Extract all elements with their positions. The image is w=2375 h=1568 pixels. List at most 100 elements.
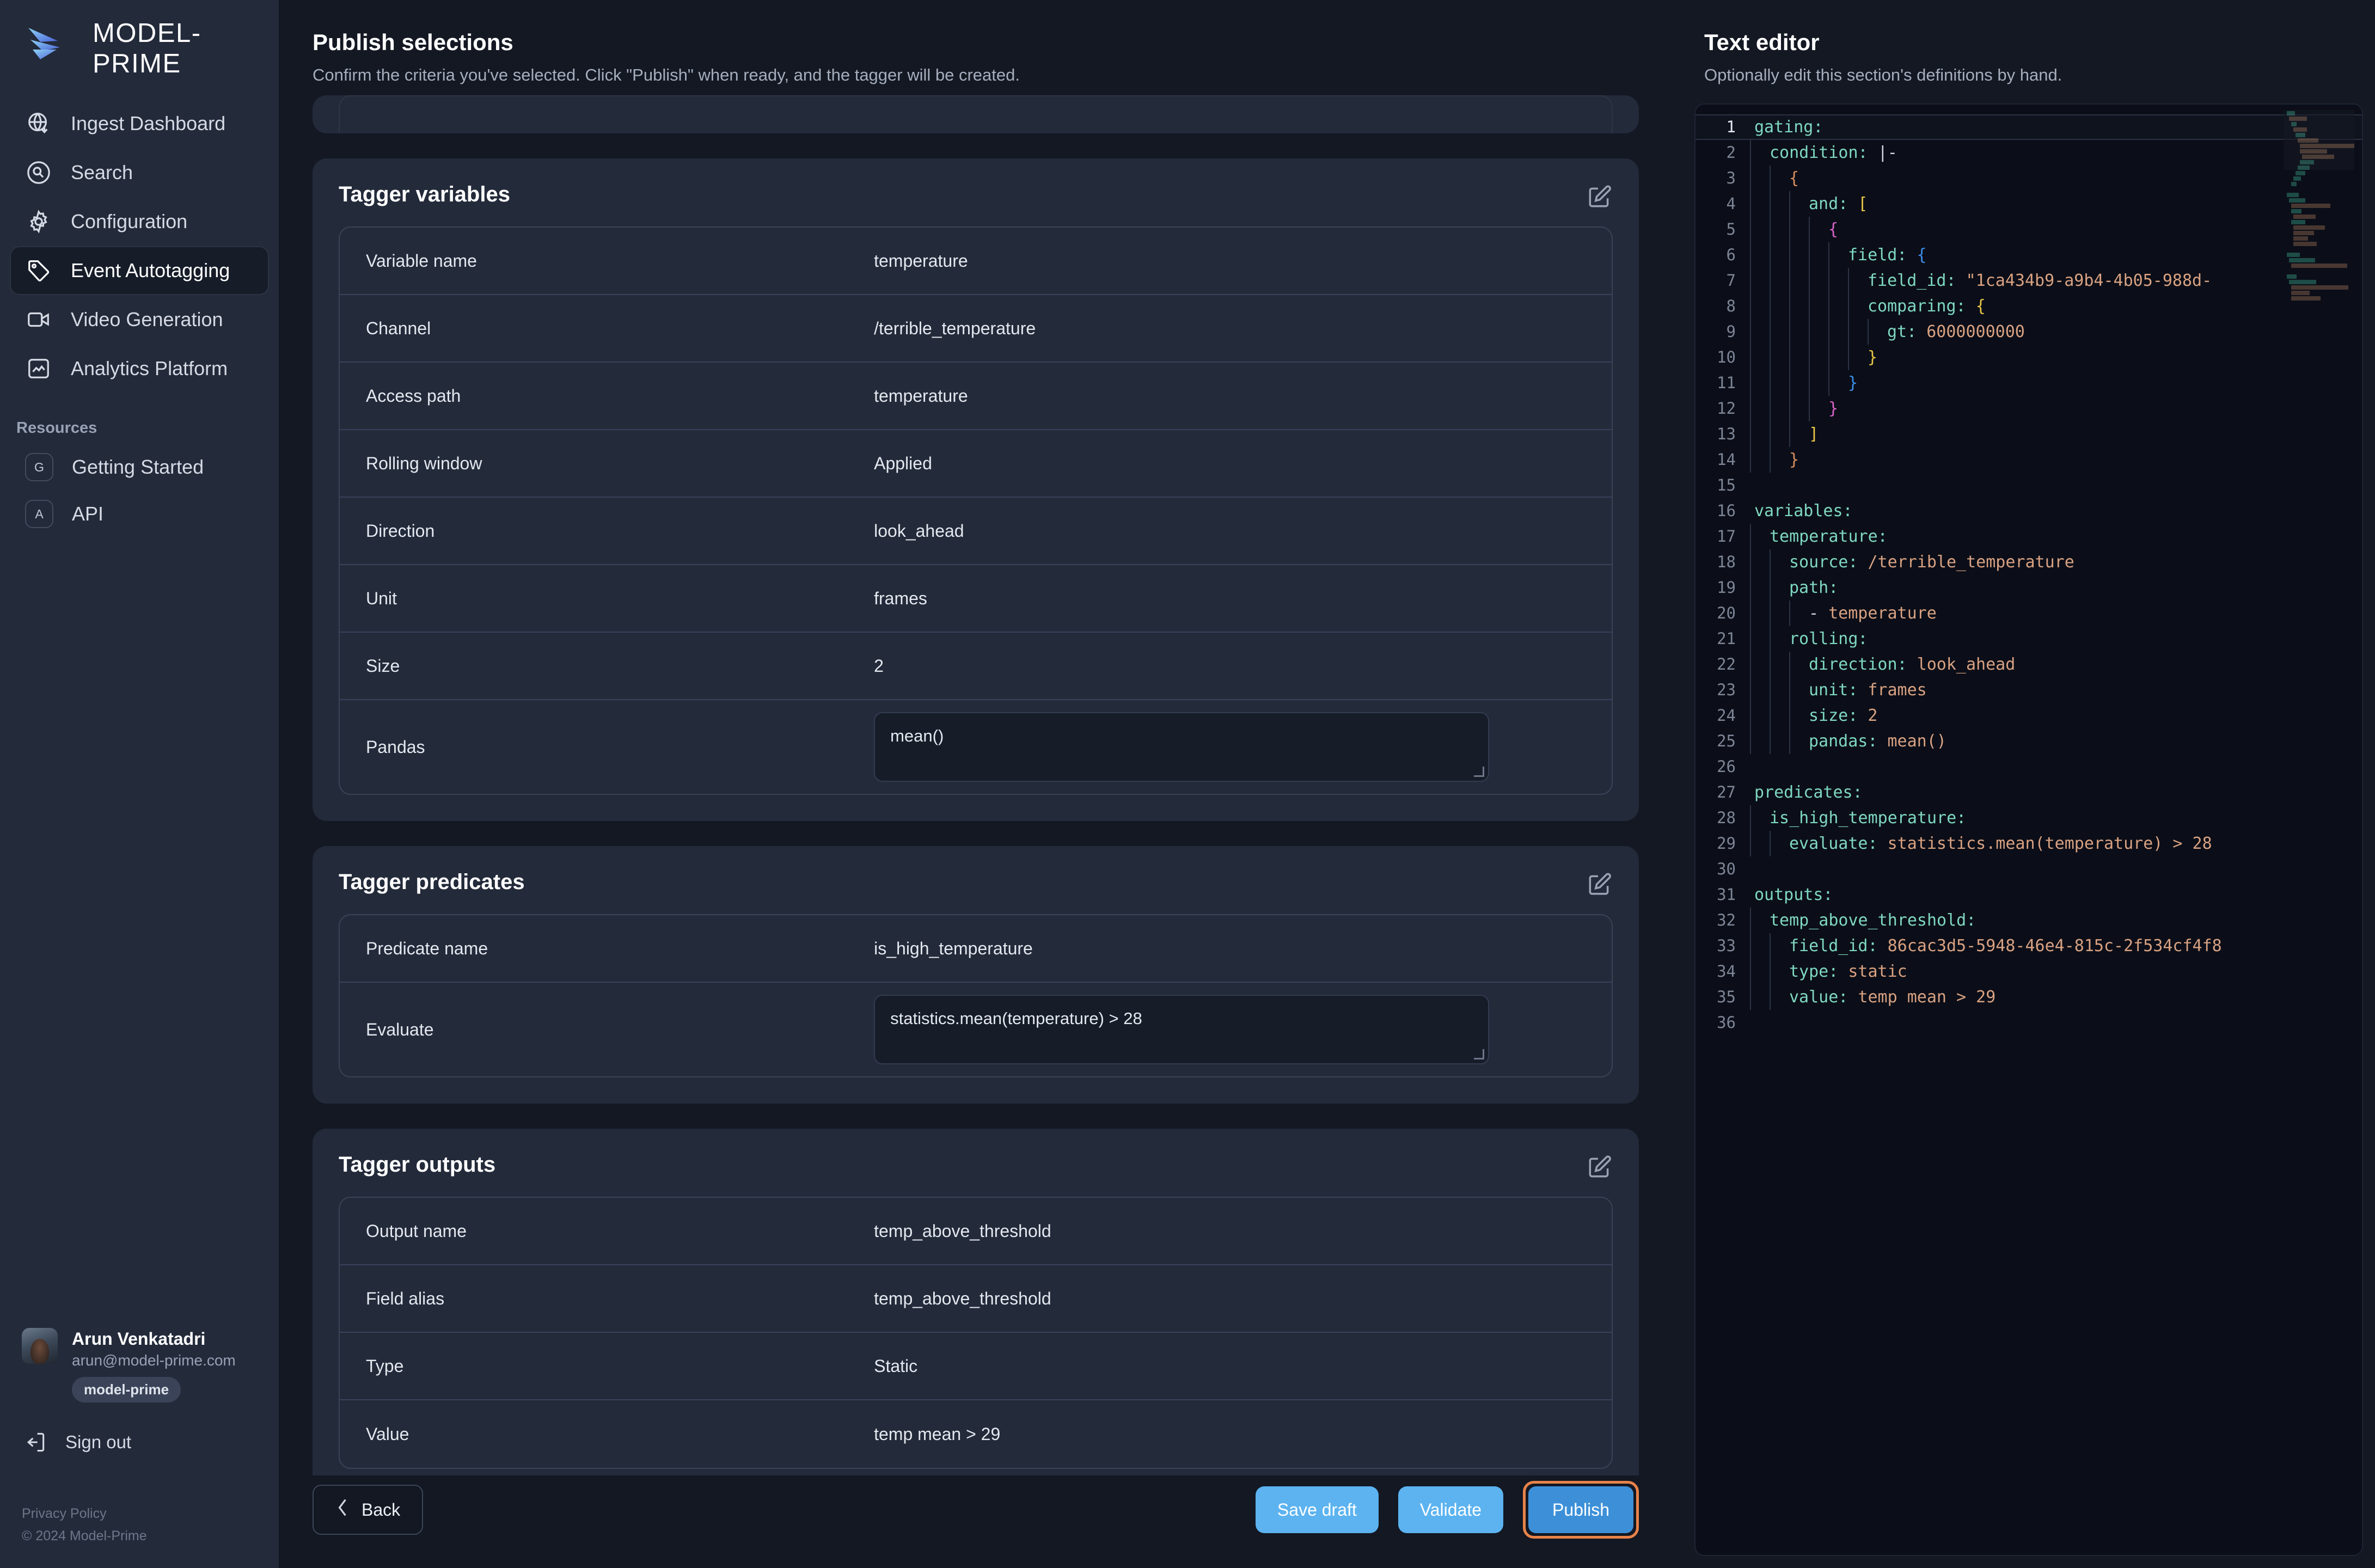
edit-pencil-icon[interactable] xyxy=(1586,183,1613,211)
line-number: 31 xyxy=(1717,885,1736,904)
code-line[interactable]: 24 size: 2 xyxy=(1695,703,2362,728)
card-title: Tagger variables xyxy=(339,182,510,206)
code-line[interactable]: 27 predicates: xyxy=(1695,780,2362,805)
code-line[interactable]: 25 pandas: mean() xyxy=(1695,728,2362,754)
save-draft-button[interactable]: Save draft xyxy=(1255,1486,1379,1533)
line-number: 2 xyxy=(1726,143,1736,162)
minimap-line xyxy=(2293,242,2317,246)
line-number: 33 xyxy=(1717,936,1736,955)
line-number: 24 xyxy=(1717,706,1736,725)
sidebar-item-ingest-dashboard[interactable]: Ingest Dashboard xyxy=(10,99,269,148)
indent-guide xyxy=(1770,396,1789,421)
code-line[interactable]: 12 } xyxy=(1695,396,2362,421)
code-line[interactable]: 13 ] xyxy=(1695,421,2362,447)
code-text: predicates: xyxy=(1750,780,2362,805)
code-line[interactable]: 20 - temperature xyxy=(1695,601,2362,626)
code-line[interactable]: 30 xyxy=(1695,856,2362,882)
line-number: 18 xyxy=(1717,553,1736,571)
code-line[interactable]: 35 value: temp mean > 29 xyxy=(1695,984,2362,1010)
minimap-line xyxy=(2293,215,2316,219)
back-button[interactable]: Back xyxy=(313,1485,424,1535)
card-previous-partial xyxy=(313,95,1639,133)
indent-guide xyxy=(1750,421,1770,447)
evaluate-textarea[interactable]: statistics.mean(temperature) > 28 xyxy=(874,995,1490,1064)
indent-guide xyxy=(1750,959,1770,984)
indent-guide xyxy=(1789,421,1809,447)
edit-pencil-icon[interactable] xyxy=(1586,871,1613,898)
code-line[interactable]: 21 rolling: xyxy=(1695,626,2362,652)
minimap-line xyxy=(2287,253,2300,257)
code-line[interactable]: 7 field_id: "1ca434b9-a9b4-4b05-988d- xyxy=(1695,268,2362,293)
publish-button-highlight: Publish xyxy=(1523,1481,1639,1539)
code-editor[interactable]: 1 gating: 2 condition: |- 3 {4 and: [5 {6 … xyxy=(1694,103,2363,1556)
code-token: temperature xyxy=(1828,604,1937,623)
code-line[interactable]: 1 gating: xyxy=(1695,114,2362,140)
code-line[interactable]: 8 comparing: { xyxy=(1695,293,2362,319)
code-line[interactable]: 22 direction: look_ahead xyxy=(1695,652,2362,677)
line-number: 32 xyxy=(1717,911,1736,929)
cards-scroll-area[interactable]: Tagger variables Variable name temperatu… xyxy=(279,95,1673,1475)
code-line[interactable]: 2 condition: |- xyxy=(1695,140,2362,166)
code-text: pandas: mean() xyxy=(1750,728,2362,754)
code-text: rolling: xyxy=(1750,626,2362,652)
sidebar-item-getting-started[interactable]: G Getting Started xyxy=(10,444,269,491)
code-line[interactable]: 15 xyxy=(1695,473,2362,498)
brand-logo[interactable]: MODEL-PRIME xyxy=(0,0,279,78)
code-line[interactable]: 28 is_high_temperature: xyxy=(1695,805,2362,831)
minimap-slider[interactable] xyxy=(2284,110,2354,170)
code-line[interactable]: 18 source: /terrible_temperature xyxy=(1695,549,2362,575)
validate-button[interactable]: Validate xyxy=(1398,1486,1504,1533)
code-line[interactable]: 9 gt: 6000000000 xyxy=(1695,319,2362,345)
sidebar-item-search[interactable]: Search xyxy=(10,148,269,197)
row-value: temp_above_threshold xyxy=(874,1221,1051,1241)
minimap-line xyxy=(2287,274,2297,279)
code-line[interactable]: 26 xyxy=(1695,754,2362,780)
code-line[interactable]: 19 path: xyxy=(1695,575,2362,601)
sign-out-button[interactable]: Sign out xyxy=(22,1429,279,1456)
sidebar-item-video-generation[interactable]: Video Generation xyxy=(10,295,269,344)
line-number: 22 xyxy=(1717,655,1736,673)
getting-started-badge-icon: G xyxy=(25,453,53,481)
indent-guide xyxy=(1789,396,1809,421)
row-label: Field alias xyxy=(366,1288,445,1308)
code-line[interactable]: 10 } xyxy=(1695,345,2362,370)
code-token: 6000000000 xyxy=(1926,322,2025,341)
code-text: source: /terrible_temperature xyxy=(1750,549,2362,575)
code-line[interactable]: 29 evaluate: statistics.mean(temperature… xyxy=(1695,831,2362,856)
sidebar-item-api[interactable]: A API xyxy=(10,491,269,537)
sidebar-item-event-autotagging[interactable]: Event Autotagging xyxy=(10,246,269,295)
row-value: /terrible_temperature xyxy=(874,318,1036,338)
sidebar-item-analytics-platform[interactable]: Analytics Platform xyxy=(10,344,269,393)
code-line[interactable]: 16 variables: xyxy=(1695,498,2362,524)
code-line[interactable]: 3 { xyxy=(1695,166,2362,191)
code-line[interactable]: 4 and: [ xyxy=(1695,191,2362,217)
code-text: evaluate: statistics.mean(temperature) >… xyxy=(1750,831,2362,856)
code-line[interactable]: 17 temperature: xyxy=(1695,524,2362,549)
code-line[interactable]: 11 } xyxy=(1695,370,2362,396)
sidebar-item-configuration[interactable]: Configuration xyxy=(10,197,269,246)
code-line[interactable]: 5 { xyxy=(1695,217,2362,242)
table-row: Channel /terrible_temperature xyxy=(340,295,1612,363)
code-line[interactable]: 23 unit: frames xyxy=(1695,677,2362,703)
code-line[interactable]: 34 type: static xyxy=(1695,959,2362,984)
code-body[interactable]: 1 gating: 2 condition: |- 3 {4 and: [5 {6 … xyxy=(1695,105,2362,1555)
code-line[interactable]: 31 outputs: xyxy=(1695,882,2362,908)
pandas-textarea[interactable]: mean() xyxy=(874,712,1490,782)
edit-pencil-icon[interactable] xyxy=(1586,1154,1613,1181)
indent-guide xyxy=(1770,984,1789,1010)
code-line[interactable]: 33 field_id: 86cac3d5-5948-46e4-815c-2f5… xyxy=(1695,933,2362,959)
privacy-policy-link[interactable]: Privacy Policy xyxy=(22,1503,147,1525)
publish-button[interactable]: Publish xyxy=(1528,1486,1633,1533)
editor-subtitle: Optionally edit this section's definitio… xyxy=(1704,65,2062,84)
code-line[interactable]: 36 xyxy=(1695,1010,2362,1036)
code-line[interactable]: 6 field: { xyxy=(1695,242,2362,268)
indent-guide xyxy=(1750,396,1770,421)
code-token: pandas: xyxy=(1809,732,1878,751)
code-line[interactable]: 14 } xyxy=(1695,447,2362,473)
code-line[interactable]: 32 temp_above_threshold: xyxy=(1695,908,2362,933)
editor-minimap[interactable] xyxy=(2284,110,2354,415)
line-number: 35 xyxy=(1717,988,1736,1006)
model-prime-logo-icon xyxy=(26,26,78,71)
